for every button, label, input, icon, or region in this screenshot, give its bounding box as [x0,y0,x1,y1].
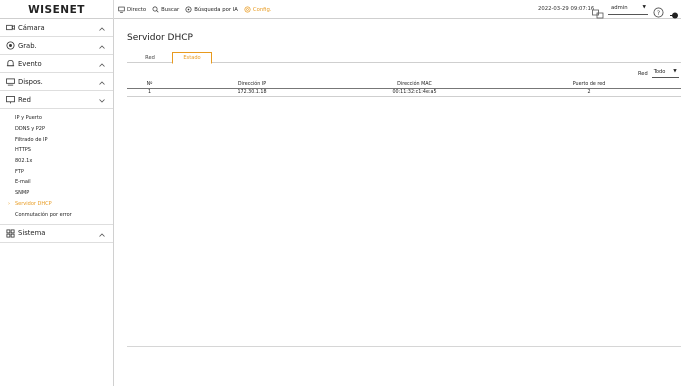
network-filter-select[interactable]: Todo ▼ [651,69,679,78]
nav-busqueda-ia-label: Búsqueda por IA [194,6,238,13]
network-icon [6,95,15,104]
column-header: Puerto de red [572,82,606,87]
device-icon [6,77,15,86]
sidebar-item-ftp[interactable]: FTP [0,166,113,177]
sidebar-item-label: 802.1x [15,158,33,165]
sidebar-section-label: Cámara [18,23,45,32]
sidebar-item-label: FTP [15,168,24,175]
table-row[interactable]: 1 172.30.1.18 00:11:32:c1:4e:a5 2 [127,89,681,97]
sidebar: Cámara Grab. Evento Dispos. Red IP y Pue… [0,19,114,386]
sidebar-item-label: DDNS y P2P [15,126,45,133]
camera-icon [6,23,15,32]
sidebar-item-label: Filtrado de IP [15,136,48,143]
filter-value: Todo [653,69,666,75]
sidebar-section-camara[interactable]: Cámara [0,19,113,37]
table-header: Nº Dirección IP Dirección MAC Puerto de … [127,81,681,89]
main-content: Servidor DHCP Red Estado Red Todo ▼ Nº D… [115,19,681,386]
datetime: 2022-03-29 09:07:16 [538,6,595,12]
gear-icon [244,6,251,13]
top-nav: Directo Buscar Búsqueda por IA Config. [118,0,272,19]
top-bar: WISENET Directo Buscar Búsqueda por IA C… [0,0,681,19]
sidebar-item-label: E-mail [15,179,31,186]
nav-buscar-label: Buscar [161,6,180,13]
sidebar-item-label: IP y Puerto [15,115,42,122]
user-name: admin [611,5,628,11]
filter-label: Red [638,70,648,77]
sidebar-section-sistema[interactable]: Sistema [0,225,113,243]
nav-busqueda-ia[interactable]: Búsqueda por IA [185,6,238,13]
nav-buscar[interactable]: Buscar [152,6,179,13]
tab-red[interactable]: Red [135,52,165,63]
sidebar-section-label: Dispos. [18,77,43,86]
column-header: Dirección IP [237,82,267,87]
chevron-down-icon: ▼ [673,69,677,74]
sidebar-item-conmutacion[interactable]: Conmutación por error [0,209,113,220]
nav-directo-label: Directo [127,6,147,13]
nav-config-label: Config. [252,6,272,13]
nav-directo[interactable]: Directo [118,6,146,13]
ai-search-icon [185,6,192,13]
network-filter: Red Todo ▼ [638,69,679,78]
sidebar-section-dispos[interactable]: Dispos. [0,73,113,91]
column-header: Nº [146,82,153,87]
table-cell: 172.30.1.18 [237,90,267,95]
bell-icon [6,59,15,68]
monitor-icon [118,6,125,13]
sidebar-item-snmp[interactable]: SNMP [0,188,113,199]
chevron-up-icon [99,79,105,87]
sidebar-item-8021x[interactable]: 802.1x [0,156,113,167]
sidebar-submenu-red: IP y Puerto DDNS y P2P Filtrado de IP HT… [0,109,113,225]
sidebar-section-label: Sistema [18,229,46,238]
sidebar-item-servidor-dhcp[interactable]: › Servidor DHCP [0,199,113,210]
table-cell: 00:11:32:c1:4e:a5 [392,90,437,95]
column-header: Dirección MAC [397,82,432,87]
chevron-up-icon [99,43,105,51]
sidebar-section-label: Grab. [18,41,37,50]
chevron-up-icon [99,231,105,239]
sidebar-item-label: Servidor DHCP [15,200,52,207]
tab-bar: Red Estado [127,52,681,64]
logo: WISENET [0,0,114,19]
sidebar-item-label: Conmutación por error [15,211,72,218]
sidebar-section-label: Red [18,95,31,104]
divider [127,346,681,347]
sidebar-item-https[interactable]: HTTPS [0,145,113,156]
sidebar-section-label: Evento [18,59,42,68]
svg-text:?: ? [657,9,660,17]
nav-config[interactable]: Config. [244,6,272,13]
chevron-right-icon: › [8,200,10,207]
table-cell: 1 [147,90,152,95]
chevron-down-icon [99,97,105,105]
sidebar-section-evento[interactable]: Evento [0,55,113,73]
sidebar-item-ip-puerto[interactable]: IP y Puerto [0,113,113,124]
dhcp-status-table: Nº Dirección IP Dirección MAC Puerto de … [127,81,681,97]
chevron-up-icon [99,25,105,33]
system-icon [6,229,15,238]
sidebar-item-ddns-p2p[interactable]: DDNS y P2P [0,124,113,135]
user-select[interactable]: admin ▼ [608,5,648,15]
sidebar-item-filtrado-ip[interactable]: Filtrado de IP [0,134,113,145]
table-cell: 2 [587,90,591,95]
record-icon [6,41,15,50]
sidebar-section-grab[interactable]: Grab. [0,37,113,55]
sidebar-section-red[interactable]: Red [0,91,113,109]
chevron-down-icon: ▼ [642,5,646,10]
tab-estado[interactable]: Estado [172,52,212,64]
sidebar-item-label: SNMP [15,190,30,197]
sidebar-item-label: HTTPS [15,147,31,154]
sidebar-item-email[interactable]: E-mail [0,177,113,188]
chevron-up-icon [99,61,105,69]
page-title: Servidor DHCP [127,33,193,43]
search-icon [152,6,159,13]
